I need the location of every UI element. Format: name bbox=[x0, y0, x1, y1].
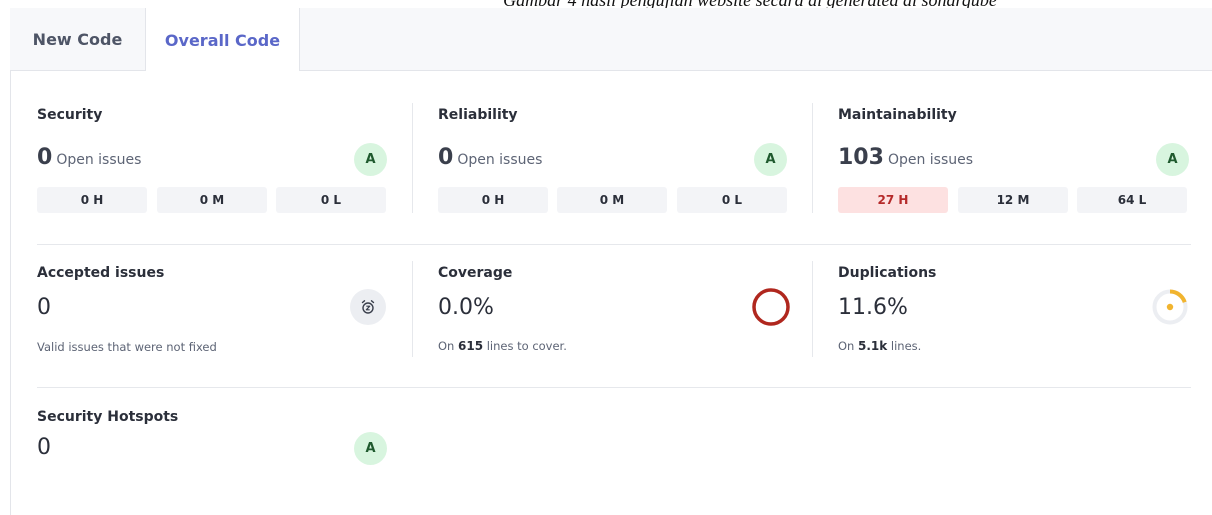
accepted-issues-title: Accepted issues bbox=[37, 265, 165, 281]
reliability-open-issues[interactable]: 0 Open issues bbox=[438, 145, 542, 170]
alarm-clock-icon bbox=[350, 289, 386, 325]
maintainability-grade-badge[interactable]: A bbox=[1156, 143, 1189, 176]
security-hotspots-grade-badge[interactable]: A bbox=[354, 432, 387, 465]
maintainability-unit: Open issues bbox=[887, 152, 974, 168]
reliability-title: Reliability bbox=[438, 107, 518, 123]
measures-panel: Security 0 Open issues A 0 H 0 M 0 L Reli… bbox=[10, 71, 1212, 515]
duplications-lines-text: On 5.1k lines. bbox=[838, 339, 921, 353]
security-hotspots-title: Security Hotspots bbox=[37, 409, 179, 425]
security-low-severity[interactable]: 0 L bbox=[276, 187, 386, 213]
security-grade-badge[interactable]: A bbox=[354, 143, 387, 176]
security-hotspots-value[interactable]: 0 bbox=[37, 435, 51, 460]
security-count: 0 bbox=[37, 145, 53, 170]
maintainability-open-issues[interactable]: 103 Open issues bbox=[838, 145, 973, 170]
maintainability-high-severity[interactable]: 27 H bbox=[838, 187, 948, 213]
reliability-unit: Open issues bbox=[457, 152, 543, 168]
row-separator bbox=[37, 387, 1191, 388]
divider bbox=[812, 103, 813, 213]
accepted-issues-value[interactable]: 0 bbox=[37, 295, 51, 320]
duplications-prefix: On bbox=[838, 339, 855, 353]
security-high-severity[interactable]: 0 H bbox=[37, 187, 147, 213]
reliability-count: 0 bbox=[438, 145, 454, 170]
reliability-low-severity[interactable]: 0 L bbox=[677, 187, 787, 213]
reliability-medium-severity[interactable]: 0 M bbox=[557, 187, 667, 213]
accepted-issues-description: Valid issues that were not fixed bbox=[37, 340, 217, 354]
coverage-prefix: On bbox=[438, 339, 455, 353]
maintainability-title: Maintainability bbox=[838, 107, 957, 123]
duplications-value[interactable]: 11.6% bbox=[838, 295, 908, 320]
tab-bar: New Code Overall Code bbox=[10, 8, 1212, 72]
tab-new-code[interactable]: New Code bbox=[10, 8, 145, 71]
duplications-title: Duplications bbox=[838, 265, 937, 281]
security-title: Security bbox=[37, 107, 103, 123]
coverage-lines-count[interactable]: 615 bbox=[458, 339, 483, 353]
duplications-donut-icon bbox=[1152, 289, 1188, 325]
security-open-issues[interactable]: 0 Open issues bbox=[37, 145, 141, 170]
duplications-suffix: lines. bbox=[890, 339, 922, 353]
coverage-suffix: lines to cover. bbox=[486, 339, 567, 353]
duplications-lines-count[interactable]: 5.1k bbox=[858, 339, 887, 353]
coverage-ring-icon bbox=[752, 288, 790, 326]
coverage-title: Coverage bbox=[438, 265, 513, 281]
row-separator bbox=[37, 244, 1191, 245]
reliability-grade-badge[interactable]: A bbox=[754, 143, 787, 176]
maintainability-medium-severity[interactable]: 12 M bbox=[958, 187, 1068, 213]
maintainability-low-severity[interactable]: 64 L bbox=[1077, 187, 1187, 213]
tab-overall-code[interactable]: Overall Code bbox=[145, 8, 300, 72]
security-medium-severity[interactable]: 0 M bbox=[157, 187, 267, 213]
coverage-lines-text: On 615 lines to cover. bbox=[438, 339, 567, 353]
maintainability-count: 103 bbox=[838, 145, 884, 170]
divider bbox=[412, 261, 413, 357]
divider bbox=[812, 261, 813, 357]
security-unit: Open issues bbox=[56, 152, 142, 168]
divider bbox=[412, 103, 413, 213]
reliability-high-severity[interactable]: 0 H bbox=[438, 187, 548, 213]
coverage-value[interactable]: 0.0% bbox=[438, 295, 494, 320]
